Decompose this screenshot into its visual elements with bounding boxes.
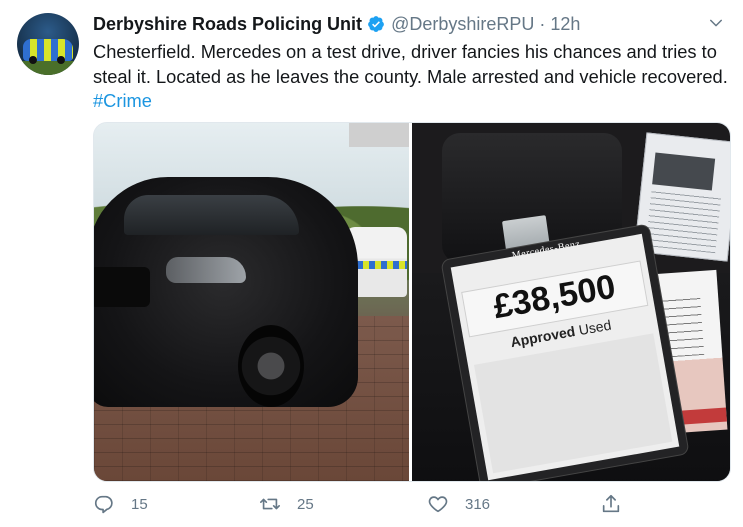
headlight [166, 257, 246, 283]
grille [94, 267, 150, 307]
reply-count: 15 [131, 495, 148, 513]
hashtag-link[interactable]: #Crime [93, 90, 152, 111]
photo-price-card[interactable]: Mercedes-Benz £38,500 Approved Used [412, 123, 730, 481]
timestamp[interactable]: 12h [550, 14, 580, 35]
separator-dot: · [539, 13, 546, 34]
tweet-header: Derbyshire Roads Policing Unit @Derbyshi… [93, 12, 580, 36]
chevron-down-icon[interactable] [707, 14, 725, 32]
black-mercedes [94, 177, 358, 407]
tweet-actions: 15 25 316 [93, 493, 733, 521]
avatar[interactable] [17, 13, 79, 75]
tweet-body: Chesterfield. Mercedes on a test drive, … [93, 41, 728, 87]
avatar-wheel [57, 56, 65, 64]
wheel [238, 325, 304, 407]
verified-badge-icon [368, 16, 384, 32]
price-card-blank-area [473, 333, 673, 474]
canopy [349, 123, 409, 147]
tweet-media: Mercedes-Benz £38,500 Approved Used [93, 122, 731, 482]
windshield [124, 195, 299, 235]
like-count: 316 [465, 495, 491, 513]
display-name[interactable]: Derbyshire Roads Policing Unit [93, 14, 362, 35]
share-button[interactable] [600, 493, 638, 515]
user-handle[interactable]: @DerbyshireRPU [391, 14, 534, 35]
reply-button[interactable]: 15 [93, 493, 148, 515]
retweet-icon [260, 498, 280, 510]
retweet-count: 25 [297, 495, 314, 513]
price-card-inner: £38,500 Approved Used [450, 233, 680, 481]
retweet-button[interactable]: 25 [259, 493, 314, 515]
like-button[interactable]: 316 [427, 493, 490, 515]
tweet-text: Chesterfield. Mercedes on a test drive, … [93, 40, 729, 114]
used-label: Used [577, 316, 613, 339]
brochure-text-lines [645, 190, 722, 254]
price-card: Mercedes-Benz £38,500 Approved Used [441, 224, 689, 481]
share-icon [602, 494, 620, 513]
reply-icon [94, 495, 113, 514]
brochure-photo [652, 152, 716, 191]
heart-icon [428, 496, 448, 513]
avatar-wheel [29, 56, 37, 64]
avatar-ground [17, 61, 79, 75]
photo-mercedes-car[interactable] [94, 123, 409, 481]
